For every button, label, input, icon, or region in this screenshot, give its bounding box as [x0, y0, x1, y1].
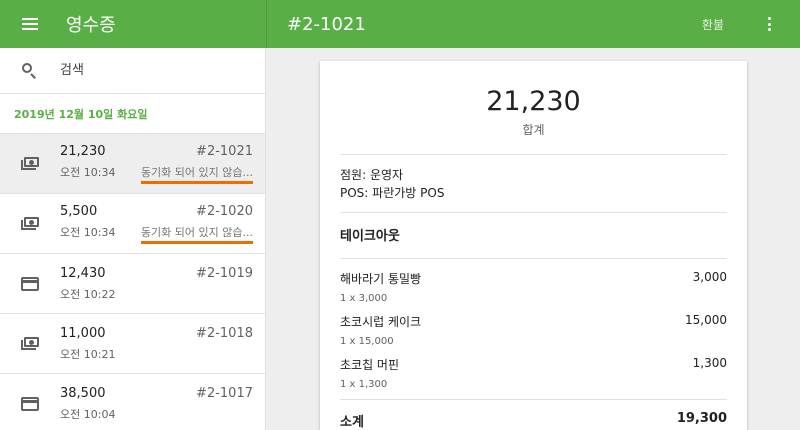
line-item-name: 초코시럽 케이크 [340, 315, 422, 329]
sync-status: 동기화 되어 있지 않습... [140, 164, 253, 184]
line-item-detail: 1 x 3,000 [340, 293, 388, 304]
receipt-amount: 21,230 [60, 143, 106, 159]
line-item-detail: 1 x 15,000 [340, 336, 394, 347]
app-title: 영수증 [66, 15, 116, 36]
line-item: 초코칩 머핀 1,300 1 x 1,300 [340, 356, 727, 390]
receipt-number: #2-1021 [196, 143, 253, 159]
receipt-number: #2-1020 [196, 203, 253, 219]
app-bar-right: #2-1021 환불 [267, 0, 800, 48]
line-item-name: 초코칩 머핀 [340, 358, 400, 372]
line-item-price: 3,000 [692, 270, 727, 284]
line-item-detail: 1 x 1,300 [340, 379, 388, 390]
receipt-number: #2-1019 [196, 265, 253, 281]
receipt-list-item[interactable]: 38,500 #2-1017 오전 10:04 [0, 374, 265, 430]
receipt-detail-card: 21,230 합계 점원: 운영자 POS: 파란가방 POS 테이크아웃 해바… [320, 61, 747, 430]
more-vert-icon[interactable] [768, 17, 772, 31]
dining-option: 테이크아웃 [340, 229, 400, 244]
receipt-amount: 38,500 [60, 385, 106, 401]
receipt-number: #2-1017 [196, 385, 253, 401]
receipt-list-item[interactable]: 5,500 #2-1020 오전 10:34 동기화 되어 있지 않습... [0, 194, 265, 254]
cash-icon [21, 156, 39, 171]
receipt-time: 오전 10:34 [60, 165, 116, 179]
line-item: 해바라기 통밀빵 3,000 1 x 3,000 [340, 270, 727, 304]
receipt-amount: 5,500 [60, 203, 98, 219]
receipt-list-item[interactable]: 11,000 #2-1018 오전 10:21 [0, 314, 265, 374]
date-header: 2019년 12월 10일 화요일 [0, 94, 265, 134]
search-icon [20, 61, 40, 81]
subtotal-label: 소계 [340, 415, 364, 430]
subtotal-value: 19,300 [676, 411, 727, 426]
receipt-list-item[interactable]: 12,430 #2-1019 오전 10:22 [0, 254, 265, 314]
app-bar-left: 영수증 [0, 0, 267, 48]
receipt-total: 21,230 [486, 86, 581, 117]
receipt-id-title: #2-1021 [287, 13, 366, 35]
receipt-amount: 12,430 [60, 265, 106, 281]
refund-button[interactable]: 환불 [702, 16, 724, 33]
line-item: 초코시럽 케이크 15,000 1 x 15,000 [340, 313, 727, 347]
receipt-time: 오전 10:04 [60, 407, 116, 421]
cash-icon [21, 336, 39, 351]
receipt-list-item[interactable]: 21,230 #2-1021 오전 10:34 동기화 되어 있지 않습... [0, 134, 265, 194]
line-items: 해바라기 통밀빵 3,000 1 x 3,000 초코시럽 케이크 15,000… [340, 259, 727, 390]
credit-card-icon [21, 276, 39, 291]
receipt-number: #2-1018 [196, 325, 253, 341]
employee-label: 점원: 운영자 [340, 168, 404, 182]
subtotal-row: 소계 19,300 [340, 400, 727, 430]
app-bar: 영수증 #2-1021 환불 [0, 0, 800, 48]
receipt-info: 점원: 운영자 POS: 파란가방 POS [340, 155, 727, 212]
line-item-price: 1,300 [692, 356, 727, 370]
sync-status: 동기화 되어 있지 않습... [140, 224, 253, 244]
receipt-amount: 11,000 [60, 325, 106, 341]
search-input[interactable] [60, 63, 240, 78]
line-item-price: 15,000 [685, 313, 727, 327]
menu-icon[interactable] [22, 18, 38, 30]
receipt-list-sidebar: 2019년 12월 10일 화요일 21,230 #2-1021 오전 10:3… [0, 48, 266, 430]
pos-label: POS: 파란가방 POS [340, 186, 445, 200]
search-bar [0, 48, 265, 94]
receipt-time: 오전 10:34 [60, 225, 116, 239]
receipt-time: 오전 10:21 [60, 347, 116, 361]
cash-icon [21, 216, 39, 231]
credit-card-icon [21, 396, 39, 411]
receipt-time: 오전 10:22 [60, 287, 116, 301]
line-item-name: 해바라기 통밀빵 [340, 272, 422, 286]
receipt-total-label: 합계 [522, 123, 545, 137]
